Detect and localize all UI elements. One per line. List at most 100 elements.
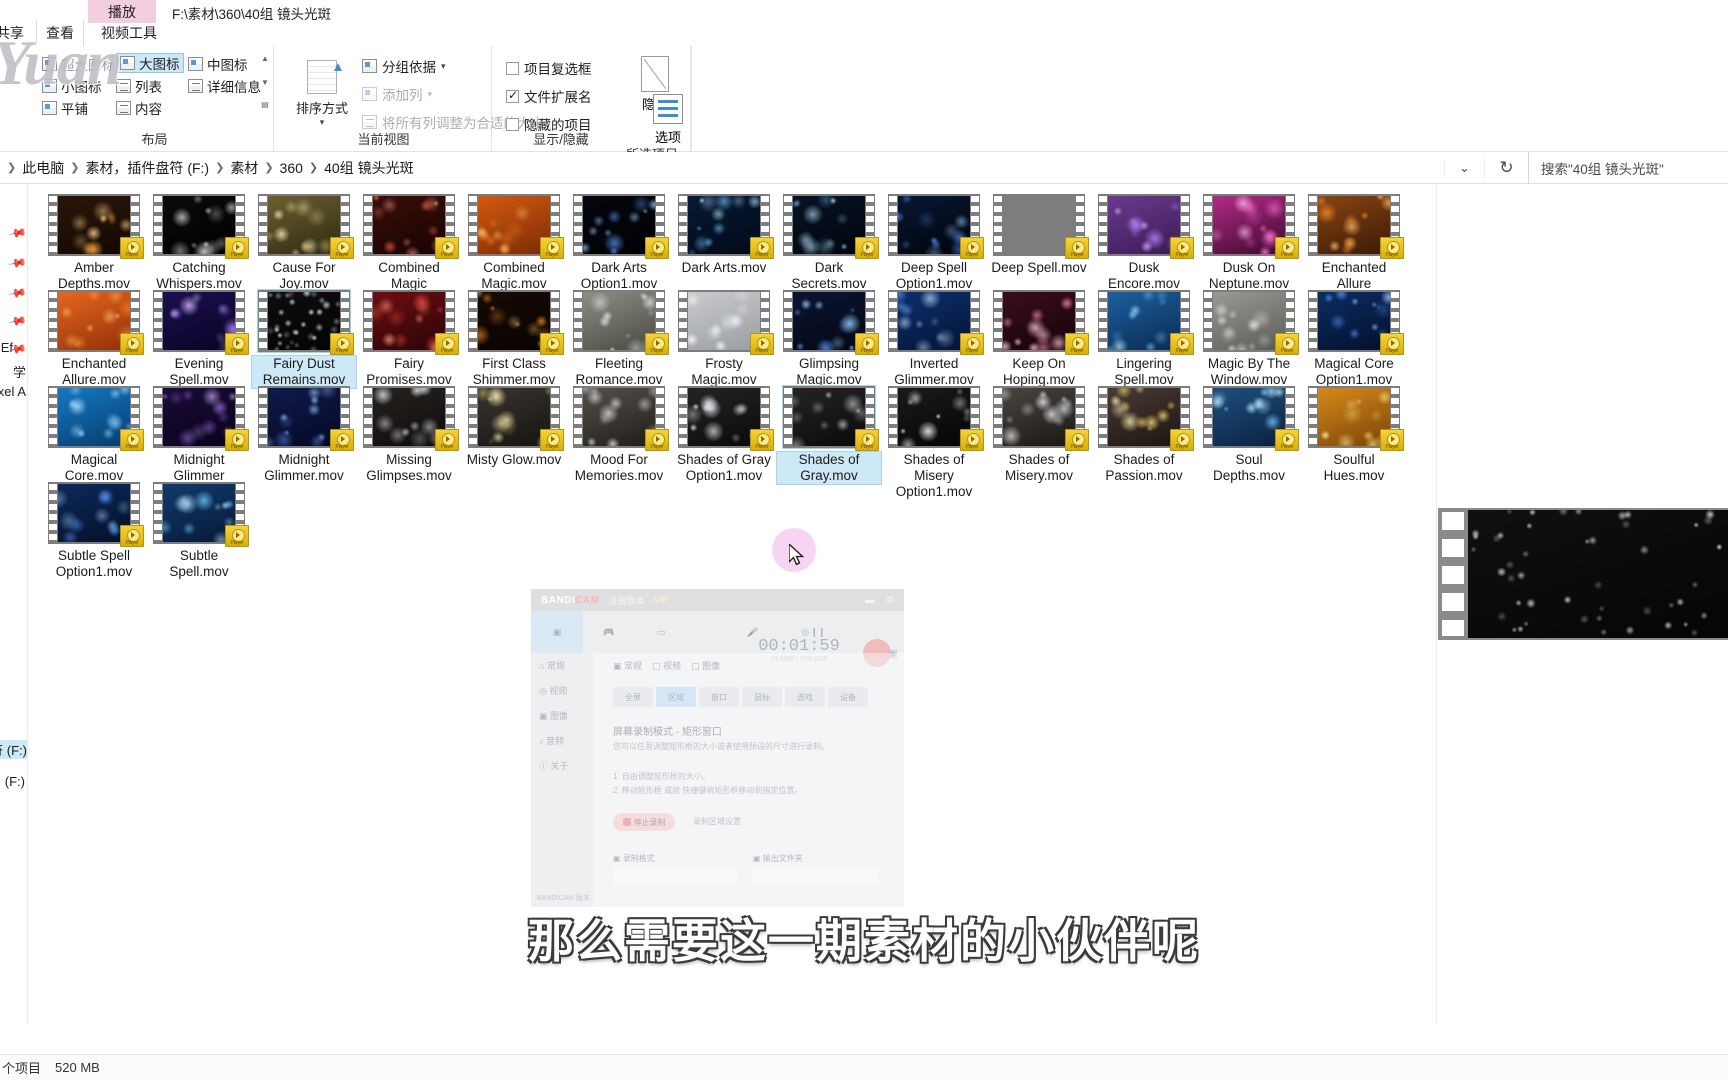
segment-region[interactable]: 区域: [656, 687, 696, 707]
checkbox-icon[interactable]: [506, 61, 519, 75]
file-item[interactable]: Player Shades of Passion.mov: [1092, 386, 1196, 484]
file-item[interactable]: Player Shades of Misery.mov: [987, 386, 1091, 484]
navigation-pane[interactable]: 📌 📌 📌 📌 📌 Ef 学 ixel A 符 (F:) (F:): [0, 184, 28, 1024]
bandicam-sidebar[interactable]: ⌂ 常规 ◎ 视频 ▣ 图像 ♪ 音频 ⓘ 关于: [531, 653, 593, 907]
breadcrumb-item[interactable]: 360: [275, 160, 308, 176]
nav-item-clipped[interactable]: 学: [13, 362, 26, 381]
layout-scroll-down[interactable]: ▼: [259, 78, 271, 88]
file-item[interactable]: Player Deep Spell Option1.mov: [882, 194, 986, 292]
segment-mouse[interactable]: 鼠标: [742, 687, 782, 707]
file-item[interactable]: Player Fairy Promises.mov: [357, 290, 461, 388]
view-详细信息[interactable]: 详细信息: [188, 76, 261, 96]
segment-window[interactable]: 窗口: [699, 687, 739, 707]
chevron-down-icon[interactable]: ⌄: [1444, 160, 1484, 176]
file-item[interactable]: Player Dark Arts.mov: [672, 194, 776, 276]
layout-scroll-up[interactable]: ▲: [259, 54, 271, 64]
breadcrumb-item[interactable]: 此电脑: [17, 158, 69, 178]
view-小图标[interactable]: 小图标: [42, 76, 102, 96]
segment-game[interactable]: 游戏: [785, 687, 825, 707]
game-tab[interactable]: 🎮: [583, 611, 635, 653]
bandicam-nav-general[interactable]: ⌂ 常规: [531, 653, 593, 678]
bandicam-window[interactable]: BANDICAM 注册版本 VIP ▬ ⚙ ▣ 🎮 ▭ 🎤 ◎ 00:01:59…: [531, 589, 904, 907]
nav-item-clipped[interactable]: ixel A: [0, 384, 26, 399]
view-超大图标[interactable]: 超大图标: [42, 54, 115, 74]
sort-by-button[interactable]: 排序方式 ▾: [294, 60, 350, 128]
tab-share[interactable]: 共享: [0, 20, 34, 46]
pin-icon[interactable]: 📌: [7, 253, 27, 273]
segment-device[interactable]: 设备: [828, 687, 868, 707]
bandicam-subtab-row[interactable]: ▣ 常规 ▢ 视频 ▢ 图像: [613, 659, 720, 672]
device-tab[interactable]: ▭: [635, 611, 687, 653]
nav-drive-item[interactable]: (F:): [5, 774, 25, 789]
add-column-button[interactable]: 添加列 ▾: [362, 84, 432, 104]
file-item[interactable]: Player Midnight Glimmer.mov: [252, 386, 356, 484]
file-item[interactable]: Player Subtle Spell.mov: [147, 482, 251, 580]
tab-videotools[interactable]: 视频工具: [88, 20, 170, 46]
file-item[interactable]: Player Deep Spell.mov: [987, 194, 1091, 276]
file-item[interactable]: Player Missing Glimpses.mov: [357, 386, 461, 484]
pin-icon[interactable]: 📌: [7, 283, 27, 303]
bandicam-nav-about[interactable]: ⓘ 关于: [531, 753, 593, 778]
file-item[interactable]: Player Fairy Dust Remains.mov: [251, 289, 357, 389]
pin-icon[interactable]: 📌: [7, 311, 27, 331]
tab-view[interactable]: 查看: [36, 20, 84, 46]
nav-drive-item[interactable]: 符 (F:): [0, 740, 27, 759]
output-folder-input[interactable]: [753, 868, 878, 884]
file-item[interactable]: Player Dark Secrets.mov: [777, 194, 881, 292]
view-内容[interactable]: 内容: [116, 98, 162, 118]
pin-icon[interactable]: 📌: [7, 223, 27, 243]
view-大图标[interactable]: 大图标: [116, 53, 184, 73]
segment-fullscreen[interactable]: 全屏: [613, 687, 653, 707]
file-item[interactable]: Player Magic By The Window.mov: [1197, 290, 1301, 388]
file-item[interactable]: Player Lingering Spell.mov: [1092, 290, 1196, 388]
file-item[interactable]: Player Misty Glow.mov: [462, 386, 566, 468]
bandicam-nav-video[interactable]: ◎ 视频: [531, 678, 593, 703]
file-item[interactable]: Player Subtle Spell Option1.mov: [42, 482, 146, 580]
view-平铺[interactable]: 平铺: [42, 98, 88, 118]
refresh-icon[interactable]: ↻: [1484, 158, 1528, 178]
minimize-button[interactable]: ▬: [865, 595, 874, 605]
file-item[interactable]: Player Fleeting Romance.mov: [567, 290, 671, 388]
checkbox-item-checkboxes[interactable]: 项目复选框: [506, 58, 592, 78]
file-item[interactable]: Player Dusk Encore.mov: [1092, 194, 1196, 292]
file-item[interactable]: Player Magical Core Option1.mov: [1302, 290, 1406, 388]
file-item[interactable]: Player Combined Magic.mov: [462, 194, 566, 292]
stop-recording-button[interactable]: 停止录制: [613, 813, 675, 831]
view-列表[interactable]: 列表: [116, 76, 162, 96]
file-item[interactable]: Player Cause For Joy.mov: [252, 194, 356, 292]
bandicam-nav-image[interactable]: ▣ 图像: [531, 703, 593, 728]
file-item[interactable]: Player Soul Depths.mov: [1197, 386, 1301, 484]
layout-expand[interactable]: ▤: [259, 100, 271, 110]
breadcrumb-item[interactable]: 素材: [225, 158, 263, 178]
file-item[interactable]: Player Shades of Gray.mov: [776, 385, 882, 485]
checkbox-checked-icon[interactable]: [506, 88, 519, 103]
file-item[interactable]: Player Inverted Glimmer.mov: [882, 290, 986, 388]
record-area-settings-link[interactable]: 录制区域设置: [693, 816, 741, 827]
file-item[interactable]: Player Catching Whispers.mov: [147, 194, 251, 292]
file-item[interactable]: Player Enchanted Allure.mov: [42, 290, 146, 388]
file-item[interactable]: Player Evening Spell.mov: [147, 290, 251, 388]
bandicam-mode-segments[interactable]: 全屏 区域 窗口 鼠标 游戏 设备: [613, 687, 868, 707]
file-item[interactable]: Player Frosty Magic.mov: [672, 290, 776, 388]
file-item[interactable]: Player Amber Depths.mov: [42, 194, 146, 292]
file-item[interactable]: Player First Class Shimmer.mov: [462, 290, 566, 388]
file-item[interactable]: Player Dusk On Neptune.mov: [1197, 194, 1301, 292]
screen-capture-tab[interactable]: ▣: [531, 611, 583, 653]
format-input[interactable]: [613, 868, 738, 884]
file-item[interactable]: Player Mood For Memories.mov: [567, 386, 671, 484]
options-button[interactable]: 选项: [640, 94, 696, 146]
bandicam-nav-audio[interactable]: ♪ 音频: [531, 728, 593, 753]
pause-button[interactable]: ❙❙: [792, 611, 844, 653]
file-item[interactable]: Player Shades of Gray Option1.mov: [672, 386, 776, 484]
search-input[interactable]: 搜索"40组 镜头光斑": [1528, 152, 1728, 184]
breadcrumb-item[interactable]: 素材，插件盘符 (F:): [80, 158, 214, 178]
file-item[interactable]: Player Dark Arts Option1.mov: [567, 194, 671, 292]
checkbox-file-extensions[interactable]: 文件扩展名: [506, 86, 592, 106]
file-item[interactable]: Player Shades of Misery Option1.mov: [882, 386, 986, 500]
file-item[interactable]: Player Keep On Hoping.mov: [987, 290, 1091, 388]
settings-button[interactable]: ⚙: [886, 595, 894, 606]
address-bar[interactable]: ❯ 此电脑 ❯ 素材，插件盘符 (F:) ❯ 素材 ❯ 360 ❯ 40组 镜头…: [0, 152, 1728, 184]
file-item[interactable]: Player Soulful Hues.mov: [1302, 386, 1406, 484]
group-by-button[interactable]: 分组依据 ▾: [362, 56, 446, 76]
breadcrumb-item[interactable]: 40组 镜头光斑: [319, 158, 418, 178]
